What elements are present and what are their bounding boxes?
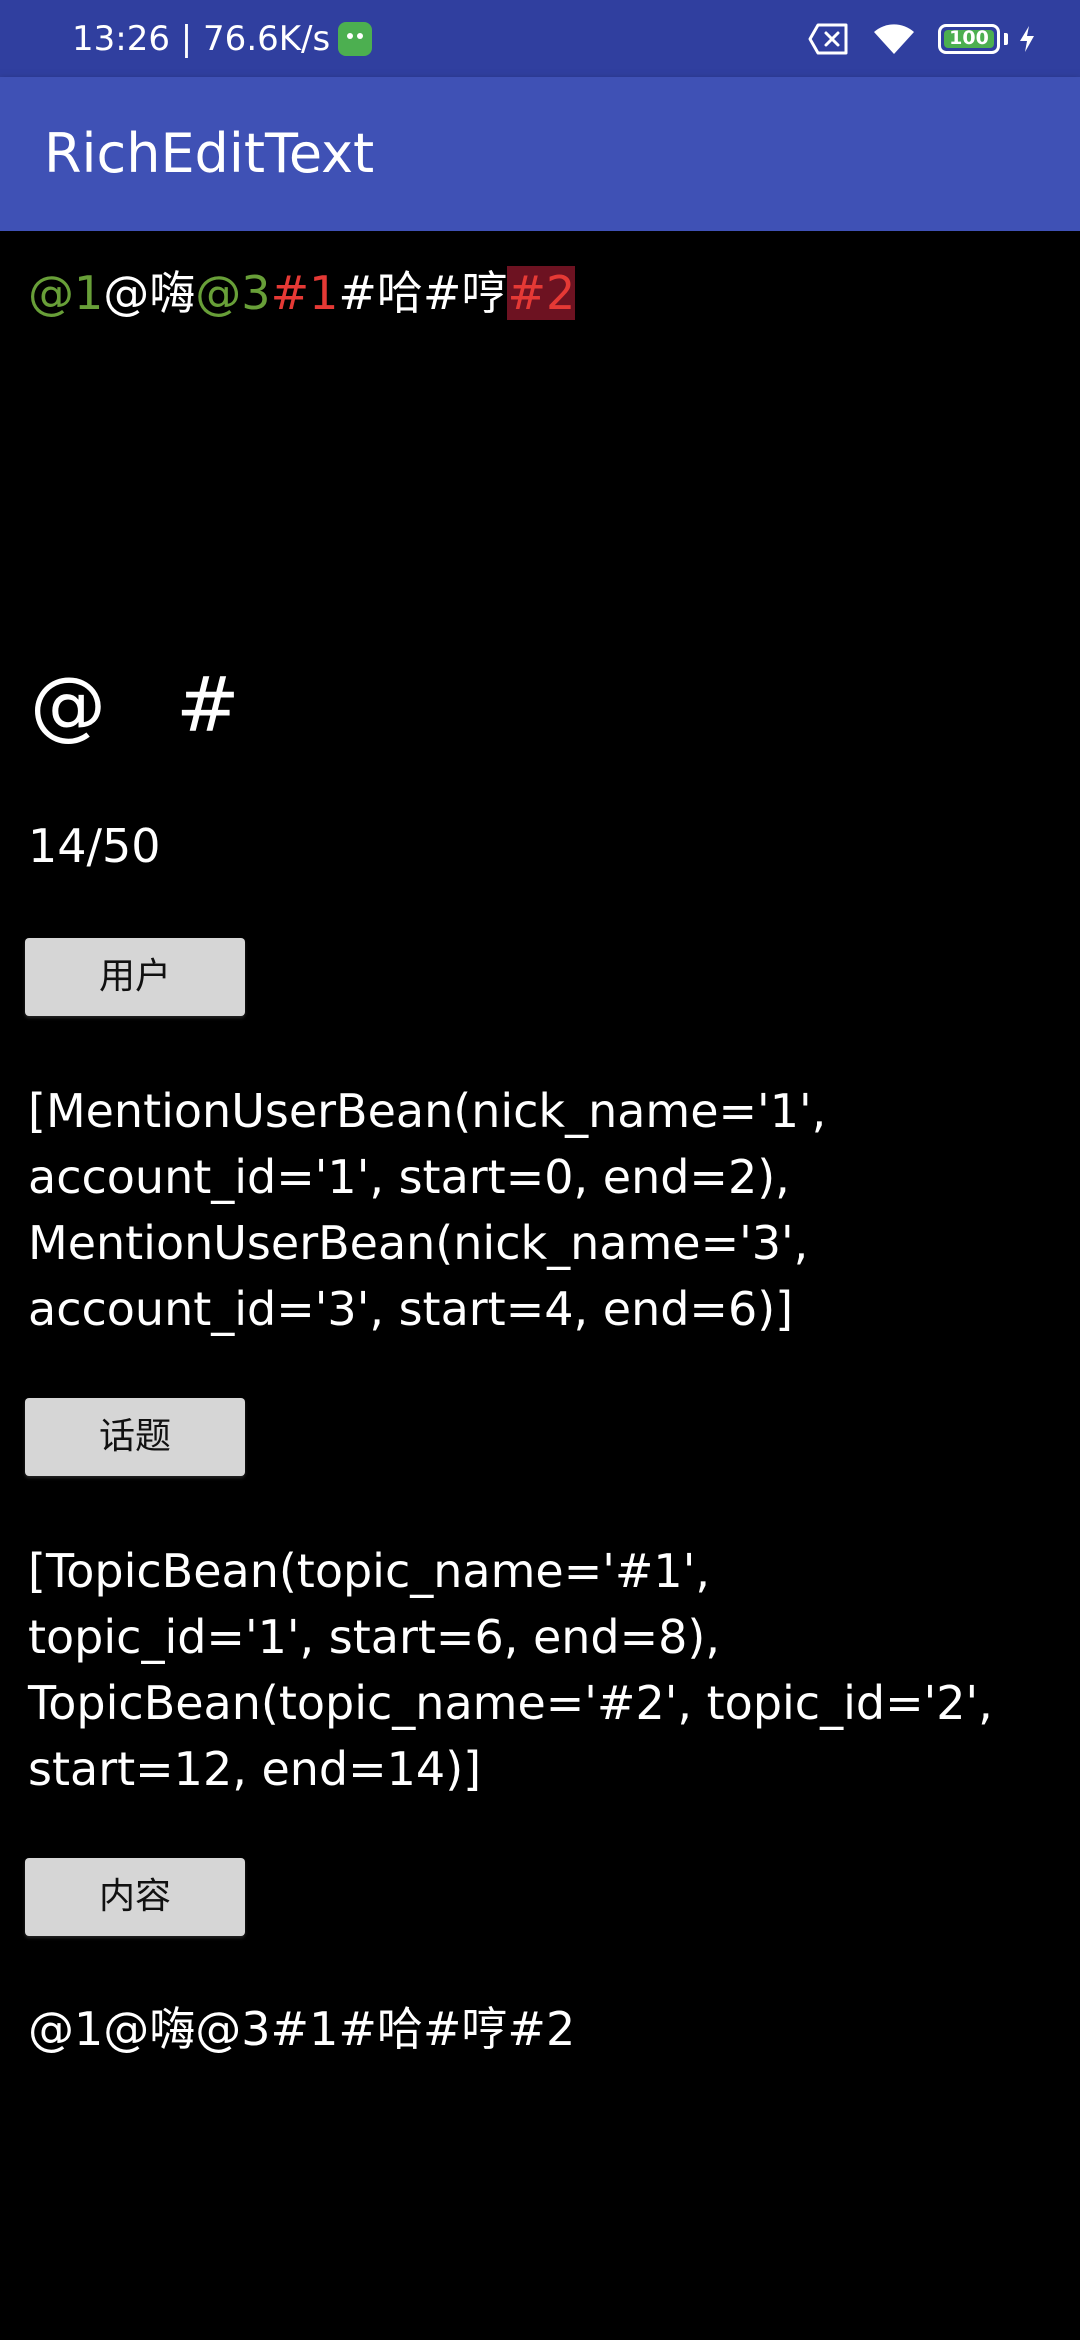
plain-text-span[interactable]: @嗨 [103,266,195,320]
topic-span[interactable]: #1 [271,266,339,320]
content-output-text: @1@嗨@3#1#哈#哼#2 [28,2002,576,2056]
content-button[interactable]: 内容 [25,1858,245,1936]
plain-text-span[interactable]: #哈#哼 [338,266,507,320]
topics-button[interactable]: 话题 [25,1398,245,1476]
users-output-text: [MentionUserBean(nick_name='1', account_… [28,1084,827,1336]
insert-mention-button[interactable]: @ [30,660,106,750]
app-notification-icon [338,21,373,56]
users-button[interactable]: 用户 [25,938,245,1016]
sim-card-x-icon [808,23,848,54]
status-time-speed: 13:26 | 76.6K/s [72,18,331,59]
symbol-row: @ # [30,660,240,750]
topics-output-text: [TopicBean(topic_name='#1', topic_id='1'… [28,1544,993,1796]
toolbar-title: RichEditText [44,122,375,185]
character-counter: 14/50 [28,819,161,873]
mention-span[interactable]: @3 [195,266,270,320]
battery-icon: 100 [938,23,1000,54]
insert-topic-button[interactable]: # [176,660,240,750]
app-toolbar: RichEditText [0,77,1080,231]
mention-span[interactable]: @1 [28,266,103,320]
status-bar: 13:26 | 76.6K/s 100 [0,0,1080,77]
battery-level: 100 [949,27,989,49]
status-right: 100 [808,0,1036,77]
selected-topic-span[interactable]: #2 [507,266,576,320]
status-left: 13:26 | 76.6K/s [72,0,373,77]
charging-bolt-icon [1020,25,1034,52]
rich-edit-text-input[interactable]: @1@嗨@3#1#哈#哼#2 [28,262,576,324]
battery-tip [1004,32,1008,45]
wifi-icon [874,23,914,54]
